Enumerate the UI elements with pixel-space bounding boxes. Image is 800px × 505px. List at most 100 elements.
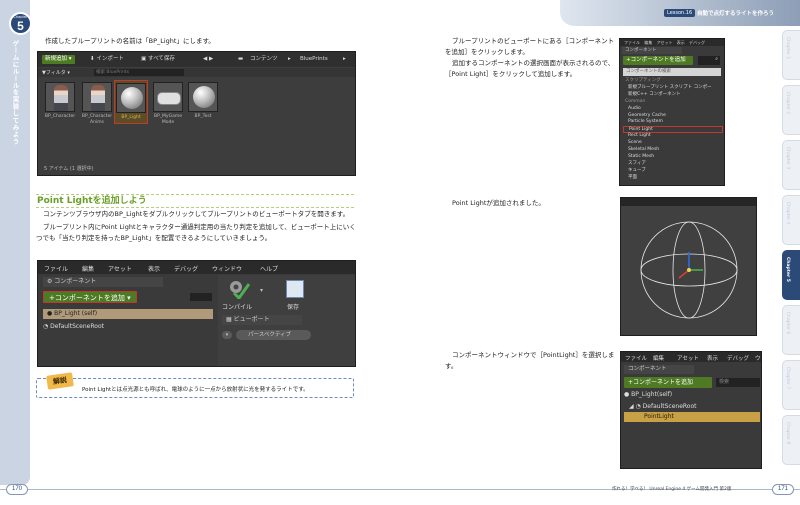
editor-right-pane: コンパイル ▾ 保存 ▦ ビューポート ▾ パースペクティブ bbox=[218, 275, 355, 366]
menu-shot-search-input[interactable]: コンポーネントの検索 bbox=[623, 68, 721, 76]
asset-bp-light[interactable]: BP_Light bbox=[114, 80, 148, 124]
sphere-icon bbox=[193, 86, 215, 108]
chapter-tab-2[interactable]: Chapter 2 bbox=[782, 85, 800, 135]
asset-thumbnail bbox=[188, 82, 218, 112]
component-list: スクリプティング 新規ブループリント スクリプト コンポー 新規C++ コンポーネン… bbox=[623, 78, 723, 182]
save-all-button[interactable]: ▣ すべて保存 bbox=[141, 55, 175, 64]
chapter-tab-1[interactable]: Chapter 1 bbox=[782, 30, 800, 80]
nav-arrows[interactable]: ◀ ▶ bbox=[203, 55, 213, 64]
blueprints-crumb[interactable]: BluePrints bbox=[300, 55, 328, 64]
hmenu-edit[interactable]: 編集 bbox=[653, 354, 664, 362]
footer-book-title: 作れる！学べる！ Unreal Engine 4 ゲーム開発入門 第2版 bbox=[612, 487, 732, 492]
gamepad-icon bbox=[157, 92, 181, 105]
component-item[interactable]: 新規C++ コンポーネント bbox=[623, 92, 723, 99]
menu-shot-components-tab[interactable]: コンポーネント bbox=[622, 47, 682, 54]
tree-row-root[interactable]: ◔ DefaultSceneRoot bbox=[43, 323, 104, 330]
hierarchy-row-root[interactable]: ◢ ◔ DefaultSceneRoot bbox=[629, 403, 696, 410]
add-component-button[interactable]: +コンポーネントを追加 ▾ bbox=[43, 291, 137, 303]
hierarchy-components-tab[interactable]: コンポーネント bbox=[624, 365, 694, 374]
hmenu-view[interactable]: 表示 bbox=[707, 354, 718, 362]
hierarchy-row-self[interactable]: ● BP_Light(self) bbox=[624, 391, 672, 398]
menu-view[interactable]: 表示 bbox=[148, 264, 160, 273]
component-item[interactable]: Audio bbox=[623, 106, 723, 113]
asset-thumbnail bbox=[45, 82, 75, 112]
chapter-tab-5[interactable]: Chapter 5 bbox=[782, 250, 800, 300]
explanation-callout: 解説 Point Lightとは点光源とも呼ばれ、電球のように一点から放射状に光… bbox=[36, 372, 354, 398]
components-tab[interactable]: ⚙ コンポーネント bbox=[43, 277, 163, 287]
character-icon bbox=[91, 85, 105, 111]
tree-row-self[interactable]: ● BP_Light (self) bbox=[43, 309, 213, 319]
asset-bp-character[interactable]: BP_Character bbox=[43, 82, 77, 120]
compile-dropdown-icon[interactable]: ▾ bbox=[260, 287, 263, 294]
menu-edit[interactable]: 編集 bbox=[82, 264, 94, 273]
component-hierarchy-screenshot: ファイル 編集 アセット 表示 デバッグ ウ コンポーネント +コンポーネントを… bbox=[620, 351, 762, 469]
viewport-options-icon[interactable]: ▾ bbox=[222, 331, 232, 339]
add-component-menu-screenshot: ファイル 編集 アセット 表示 デバッグ コンポーネント +コンポーネントを追加… bbox=[619, 38, 725, 186]
import-button[interactable]: ⬇ インポート bbox=[90, 55, 124, 64]
contents-crumb[interactable]: コンテンツ bbox=[250, 55, 278, 64]
page-number-right: 171 bbox=[772, 484, 794, 495]
component-item[interactable]: キューブ bbox=[623, 168, 723, 175]
hmenu-asset[interactable]: アセット bbox=[677, 354, 699, 362]
right-step-2: Point Lightが追加されました。 bbox=[452, 199, 545, 207]
chapter-tab-8[interactable]: Chapter 8 bbox=[782, 415, 800, 465]
new-add-label: 新規追加 bbox=[45, 56, 68, 62]
asset-thumbnail bbox=[116, 83, 146, 113]
menu-shot-search-icon[interactable]: ⌕ bbox=[698, 56, 720, 65]
perspective-button[interactable]: パースペクティブ bbox=[236, 330, 311, 340]
component-search-input[interactable] bbox=[190, 293, 212, 301]
hierarchy-add-button[interactable]: +コンポーネントを追加 bbox=[624, 377, 712, 388]
item-count: 5 アイテム (1 選択中) bbox=[44, 166, 94, 172]
filter-button[interactable]: ▼フィルタ ▾ bbox=[42, 69, 70, 76]
content-browser-screenshot: 新規追加 ▾ ⬇ インポート ▣ すべて保存 ◀ ▶ ▬ コンテンツ ▸ Blu… bbox=[37, 51, 356, 176]
new-add-button[interactable]: 新規追加 ▾ bbox=[42, 55, 75, 64]
component-item[interactable]: Particle System bbox=[623, 119, 723, 126]
content-browser-toolbar: 新規追加 ▾ ⬇ インポート ▣ すべて保存 ◀ ▶ ▬ コンテンツ ▸ Blu… bbox=[38, 52, 355, 67]
explanation-tag: 解説 bbox=[46, 372, 74, 390]
hierarchy-search-input[interactable]: 検索 bbox=[716, 378, 760, 387]
point-light-gizmo bbox=[640, 221, 738, 319]
menu-asset[interactable]: アセット bbox=[108, 264, 132, 273]
hierarchy-menu-bar: ファイル 編集 アセット 表示 デバッグ ウ bbox=[621, 352, 761, 362]
viewport-toolbar bbox=[621, 198, 756, 206]
save-label: 保存 bbox=[287, 304, 300, 311]
component-item[interactable]: 平面 bbox=[623, 175, 723, 182]
save-icon[interactable] bbox=[286, 280, 304, 298]
lesson-title: 自動で点灯するライトを作ろう bbox=[697, 11, 775, 17]
intro-paragraph: 作成したブループリントの名前は「BP_Light」にします。 bbox=[45, 37, 215, 45]
asset-bp-mygamemode[interactable]: BP_MyGame Mode bbox=[151, 82, 185, 125]
menu-shot-bar: ファイル 編集 アセット 表示 デバッグ bbox=[620, 39, 724, 46]
lesson-tag: Lesson.16 bbox=[664, 9, 696, 17]
chapter-tab-7[interactable]: Chapter 7 bbox=[782, 360, 800, 410]
viewport-tab[interactable]: ▦ ビューポート bbox=[222, 315, 302, 325]
hmenu-debug[interactable]: デバッグ bbox=[727, 354, 749, 362]
chapter-tab-3[interactable]: Chapter 3 bbox=[782, 140, 800, 190]
right-step-3: コンポーネントウィンドウで［PointLight］を選択します。 bbox=[445, 351, 615, 370]
asset-bp-character-anims[interactable]: BP_Character Anims bbox=[80, 82, 114, 125]
explanation-text: Point Lightとは点光源とも呼ばれ、電球のように一点から放射状に光を発す… bbox=[82, 387, 309, 393]
menu-file[interactable]: ファイル bbox=[44, 264, 68, 273]
component-item[interactable]: Static Mesh bbox=[623, 154, 723, 161]
chapter-badge: Chapter 5 bbox=[9, 12, 32, 35]
folder-icon: ▬ bbox=[238, 56, 244, 62]
chapter-number: 5 bbox=[17, 19, 24, 33]
component-item[interactable]: スフィア bbox=[623, 161, 723, 168]
chapter-tab-4[interactable]: Chapter 4 bbox=[782, 195, 800, 245]
hmenu-file[interactable]: ファイル bbox=[625, 354, 647, 362]
menu-help[interactable]: ヘルプ bbox=[260, 264, 278, 273]
chapter-tab-6[interactable]: Chapter 6 bbox=[782, 305, 800, 355]
menu-debug[interactable]: デバッグ bbox=[174, 264, 198, 273]
menu-shot-add-button[interactable]: +コンポーネントを追加 bbox=[623, 56, 693, 65]
menu-window[interactable]: ウィンドウ bbox=[212, 264, 242, 273]
asset-search-input[interactable]: 検索 BluePrints bbox=[94, 69, 184, 76]
body-paragraph-1: コンテンツブラウザ内のBP_Lightをダブルクリックしてブループリントのビュー… bbox=[43, 210, 350, 218]
asset-thumbnail bbox=[153, 82, 183, 112]
component-item[interactable]: 新規ブループリント スクリプト コンポー bbox=[623, 85, 723, 92]
component-category: Common bbox=[625, 98, 646, 104]
hmenu-window[interactable]: ウ bbox=[755, 354, 761, 362]
compile-icon[interactable] bbox=[228, 279, 250, 299]
hierarchy-row-pointlight[interactable]: PointLight bbox=[624, 412, 760, 422]
character-icon bbox=[54, 85, 68, 111]
asset-bp-test[interactable]: BP_Test bbox=[186, 82, 220, 120]
body-paragraph-2: ブループリント内にPoint Lightとキャラクター通過判定用の当たり判定を追… bbox=[36, 223, 356, 242]
